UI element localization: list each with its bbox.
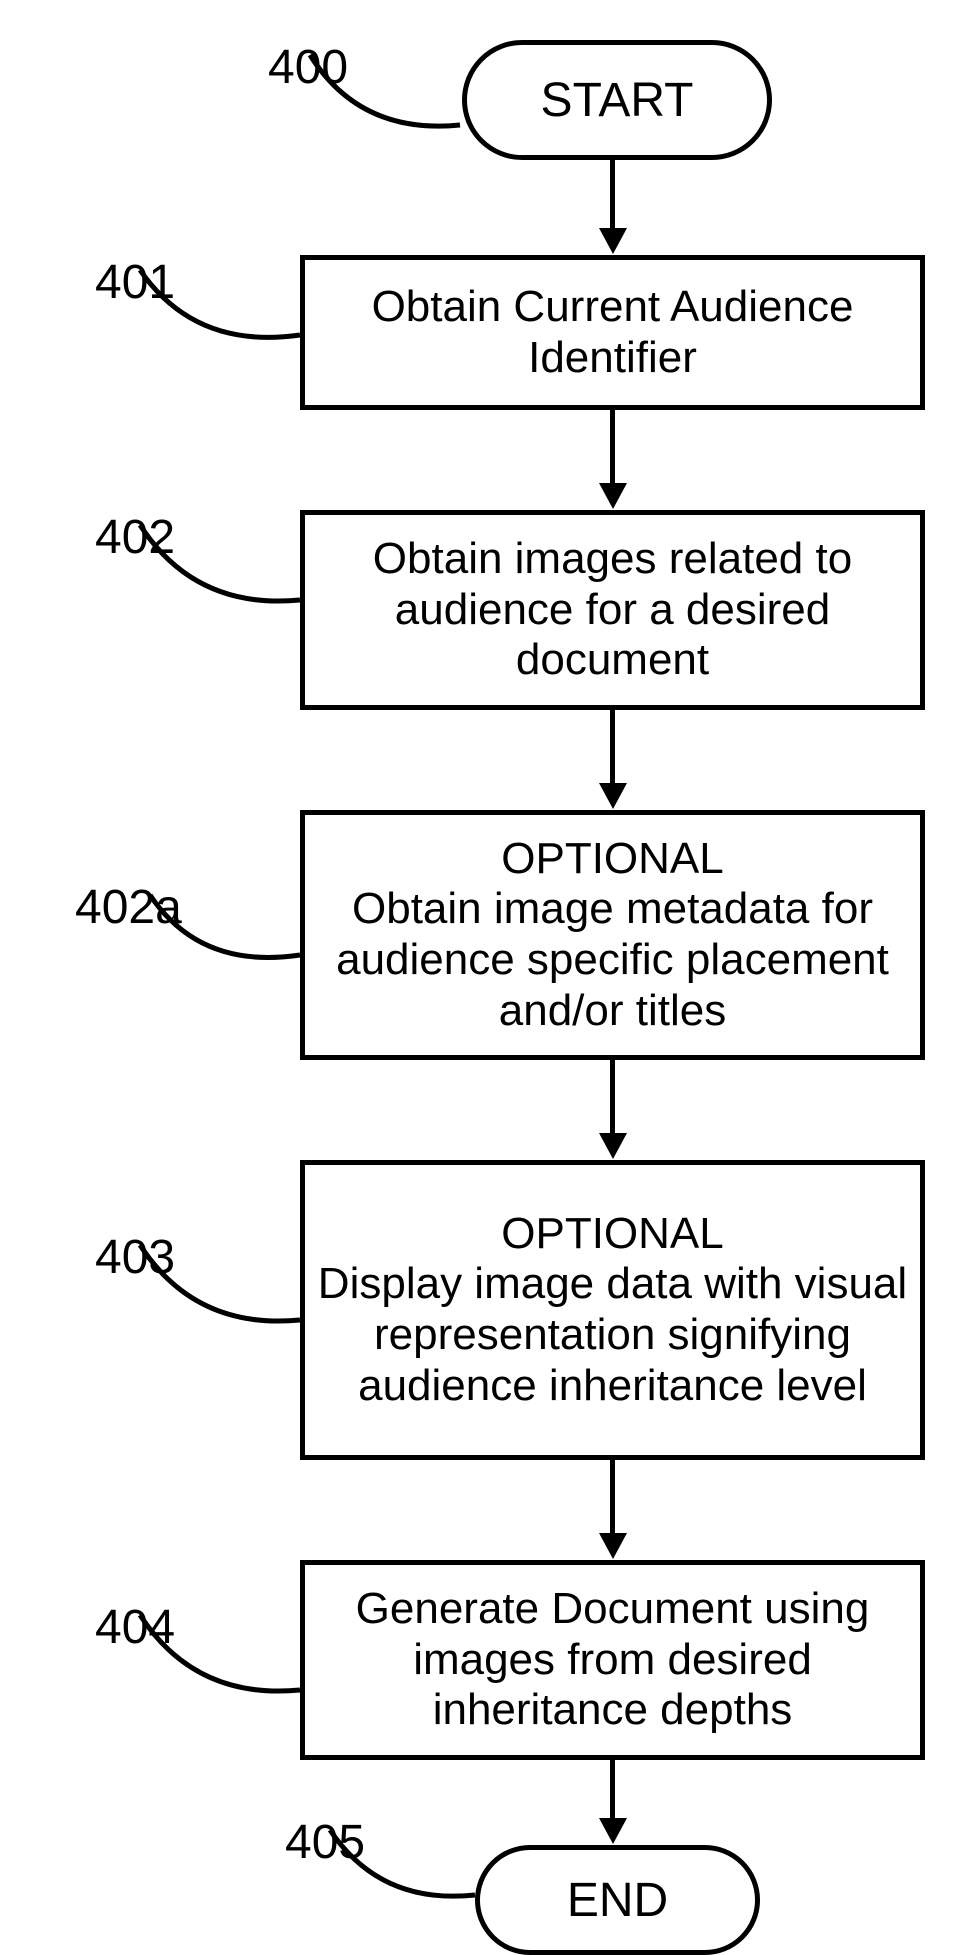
arrowhead-402a-403 [599,1133,627,1159]
step-404: Generate Document using images from desi… [300,1560,925,1760]
start-label: START [541,73,694,128]
step-403-prefix: OPTIONAL [501,1209,724,1260]
flowchart-canvas: START 400 Obtain Current Audience Identi… [0,0,978,1952]
step-402a-text: Obtain image metadata for audience speci… [315,884,910,1036]
leader-402a [150,895,305,985]
leader-403 [140,1245,305,1345]
arrowhead-402-402a [599,783,627,809]
end-label: END [567,1873,668,1928]
arrow-404-end [610,1760,615,1820]
arrowhead-404-end [599,1818,627,1844]
step-403-text: Display image data with visual represent… [315,1259,910,1411]
step-403: OPTIONAL Display image data with visual … [300,1160,925,1460]
arrow-402a-403 [610,1060,615,1135]
arrow-403-404 [610,1460,615,1535]
arrowhead-start-401 [599,228,627,254]
arrowhead-401-402 [599,483,627,509]
step-401: Obtain Current Audience Identifier [300,255,925,410]
arrow-402-402a [610,710,615,785]
end-terminator: END [475,1845,760,1955]
step-404-text: Generate Document using images from desi… [315,1584,910,1736]
leader-404 [140,1615,305,1715]
step-402: Obtain images related to audience for a … [300,510,925,710]
arrowhead-403-404 [599,1533,627,1559]
leader-400 [310,55,470,150]
leader-401 [140,270,305,365]
start-terminator: START [462,40,772,160]
arrow-401-402 [610,410,615,485]
step-402a: OPTIONAL Obtain image metadata for audie… [300,810,925,1060]
step-401-text: Obtain Current Audience Identifier [315,282,910,383]
leader-405 [330,1830,480,1920]
step-402a-prefix: OPTIONAL [501,834,724,885]
step-402-text: Obtain images related to audience for a … [315,534,910,686]
leader-402 [140,525,305,625]
arrow-start-401 [610,155,615,230]
